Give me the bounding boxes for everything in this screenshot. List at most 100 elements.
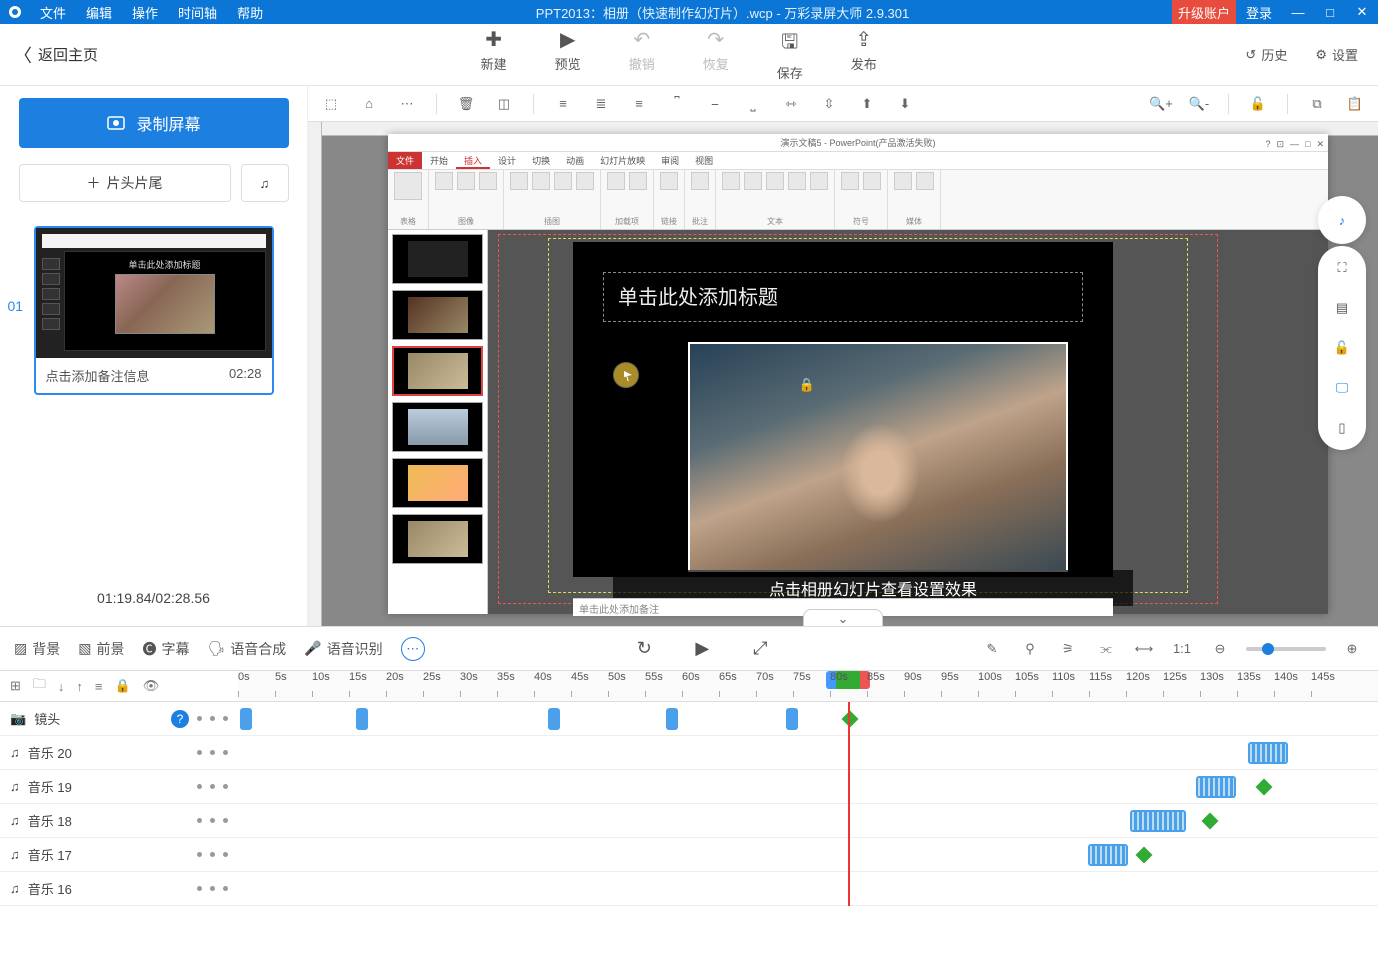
publish-button[interactable]: ⇪发布: [851, 27, 877, 82]
track-music-20[interactable]: ♫音乐 20: [0, 736, 1378, 770]
send-back-icon[interactable]: ⬇: [892, 91, 918, 117]
save-button[interactable]: 🖫保存: [777, 27, 803, 82]
zoom-in-icon[interactable]: 🔍+: [1148, 91, 1174, 117]
replay-button[interactable]: ↻: [630, 635, 658, 663]
track-camera[interactable]: 📷镜头?: [0, 702, 1378, 736]
fit-icon[interactable]: 1:1: [1170, 637, 1194, 661]
ppt-slide-area[interactable]: 单击此处添加标题 🔒 点击相册幻灯片查看设置效果 单击此处添加备注: [488, 230, 1328, 614]
ppt-tab[interactable]: 开始: [422, 152, 456, 169]
eye-icon[interactable]: 👁: [143, 678, 160, 694]
music-float-button[interactable]: ♪: [1318, 196, 1366, 244]
menu-help[interactable]: 帮助: [227, 3, 273, 22]
preview-button[interactable]: ▶预览: [555, 27, 581, 82]
menu-file[interactable]: 文件: [30, 3, 76, 22]
scene-note[interactable]: 点击添加备注信息: [46, 366, 150, 385]
redo-button[interactable]: ↷恢复: [703, 27, 729, 82]
track-music-16[interactable]: ♫音乐 16: [0, 872, 1378, 906]
tab-tts[interactable]: 🗣语音合成: [207, 639, 286, 659]
ppt-tab[interactable]: 动画: [558, 152, 592, 169]
folder-icon[interactable]: 🗀: [33, 675, 46, 697]
scene-thumbnail[interactable]: 01 单击此处添加标题 点击添加备注信息 02:28: [34, 226, 274, 395]
marker-icon[interactable]: ⚲: [1018, 637, 1042, 661]
ppt-tab-file[interactable]: 文件: [388, 152, 422, 169]
stage[interactable]: 演示文稿5 - PowerPoint(产品激活失败) ?⊡—□✕ 文件 开始 插…: [308, 122, 1378, 626]
tab-background[interactable]: ▨背景: [14, 639, 60, 659]
undo-button[interactable]: ↶撤销: [629, 27, 655, 82]
menu-action[interactable]: 操作: [122, 3, 168, 22]
time-ruler[interactable]: 0s5s10s15s20s25s30s35s40s45s50s55s60s65s…: [238, 671, 1378, 701]
maximize-button[interactable]: □: [1314, 5, 1346, 20]
slide-photo[interactable]: [688, 342, 1068, 572]
track-music-17[interactable]: ♫音乐 17: [0, 838, 1378, 872]
layers-icon[interactable]: ▤: [1330, 296, 1354, 320]
more-button[interactable]: ⋯: [401, 637, 425, 661]
menu-icon[interactable]: ≡: [95, 679, 103, 694]
menu-edit[interactable]: 编辑: [76, 3, 122, 22]
ppt-tab[interactable]: 视图: [687, 152, 721, 169]
ppt-tab-insert[interactable]: 插入: [456, 152, 490, 169]
back-button[interactable]: 〈 返回主页: [0, 42, 112, 68]
settings-button[interactable]: ⚙设置: [1315, 45, 1358, 64]
align-mid-icon[interactable]: ⎯: [702, 91, 728, 117]
dist-h-icon[interactable]: ⇿: [778, 91, 804, 117]
align-top-icon[interactable]: ⎴: [664, 91, 690, 117]
minimize-button[interactable]: —: [1282, 5, 1314, 20]
crop-icon[interactable]: ◫: [491, 91, 517, 117]
upgrade-badge[interactable]: 升级账户: [1172, 0, 1236, 24]
track-music-18[interactable]: ♫音乐 18: [0, 804, 1378, 838]
ppt-thumb-strip[interactable]: [388, 230, 488, 614]
playhead-line[interactable]: [848, 702, 850, 906]
tab-foreground[interactable]: ▧前景: [78, 639, 124, 659]
down-icon[interactable]: ↓: [58, 679, 65, 694]
range-icon[interactable]: ⟷: [1132, 637, 1156, 661]
add-track-icon[interactable]: ⊞: [10, 678, 21, 694]
align-right-icon[interactable]: ≡: [626, 91, 652, 117]
zoom-slider[interactable]: [1246, 647, 1326, 651]
filter-icon[interactable]: ⚞: [1056, 637, 1080, 661]
tab-asr[interactable]: 🎤语音识别: [304, 639, 382, 659]
head-tail-button[interactable]: ＋片头片尾: [19, 164, 231, 202]
lock-track-icon[interactable]: 🔒: [115, 678, 131, 694]
record-screen-button[interactable]: 录制屏幕: [19, 98, 289, 148]
tab-subtitle[interactable]: 🅒字幕: [142, 639, 189, 659]
zoom-in-button[interactable]: ⊕: [1340, 637, 1364, 661]
bring-front-icon[interactable]: ⬆: [854, 91, 880, 117]
close-button[interactable]: ✕: [1346, 4, 1378, 20]
delete-icon[interactable]: 🗑: [453, 91, 479, 117]
ppt-tab[interactable]: 设计: [490, 152, 524, 169]
ppt-tab[interactable]: 审阅: [653, 152, 687, 169]
pointer-icon[interactable]: ⬚: [318, 91, 344, 117]
zoom-out-icon[interactable]: 🔍-: [1186, 91, 1212, 117]
mobile-icon[interactable]: ▯: [1330, 416, 1354, 440]
desktop-icon[interactable]: 🖵: [1330, 376, 1354, 400]
slide-title-placeholder[interactable]: 单击此处添加标题: [603, 272, 1083, 322]
align-bot-icon[interactable]: ⎵: [740, 91, 766, 117]
zoom-out-button[interactable]: ⊖: [1208, 637, 1232, 661]
menu-timeline[interactable]: 时间轴: [168, 3, 227, 22]
dist-v-icon[interactable]: ⇳: [816, 91, 842, 117]
fullscreen-icon[interactable]: ⛶: [1330, 256, 1354, 280]
play-button[interactable]: ▶: [688, 635, 716, 663]
paste-icon[interactable]: 📋: [1342, 91, 1368, 117]
ppt-tab[interactable]: 幻灯片放映: [592, 152, 653, 169]
more-icon[interactable]: ⋯: [394, 91, 420, 117]
align-left-icon[interactable]: ≡: [550, 91, 576, 117]
expand-button[interactable]: ⤢: [746, 635, 774, 663]
align-center-icon[interactable]: ≣: [588, 91, 614, 117]
keyframe[interactable]: [842, 711, 859, 728]
login-link[interactable]: 登录: [1236, 3, 1282, 22]
home-icon[interactable]: ⌂: [356, 91, 382, 117]
up-icon[interactable]: ↑: [76, 679, 83, 694]
copy-icon[interactable]: ⧉: [1304, 91, 1330, 117]
edit-icon[interactable]: ✎: [980, 637, 1004, 661]
unlock-dock-icon[interactable]: 🔓: [1330, 336, 1354, 360]
unlock-icon[interactable]: 🔓: [1245, 91, 1271, 117]
link-icon[interactable]: ⫘: [1094, 637, 1118, 661]
new-button[interactable]: ✚新建: [481, 27, 507, 82]
music-button[interactable]: ♫: [241, 164, 289, 202]
collapse-toggle[interactable]: ⌄: [803, 609, 883, 626]
ppt-tab[interactable]: 切换: [524, 152, 558, 169]
help-icon[interactable]: ?: [171, 710, 189, 728]
history-button[interactable]: ↺历史: [1245, 45, 1287, 64]
track-music-19[interactable]: ♫音乐 19: [0, 770, 1378, 804]
